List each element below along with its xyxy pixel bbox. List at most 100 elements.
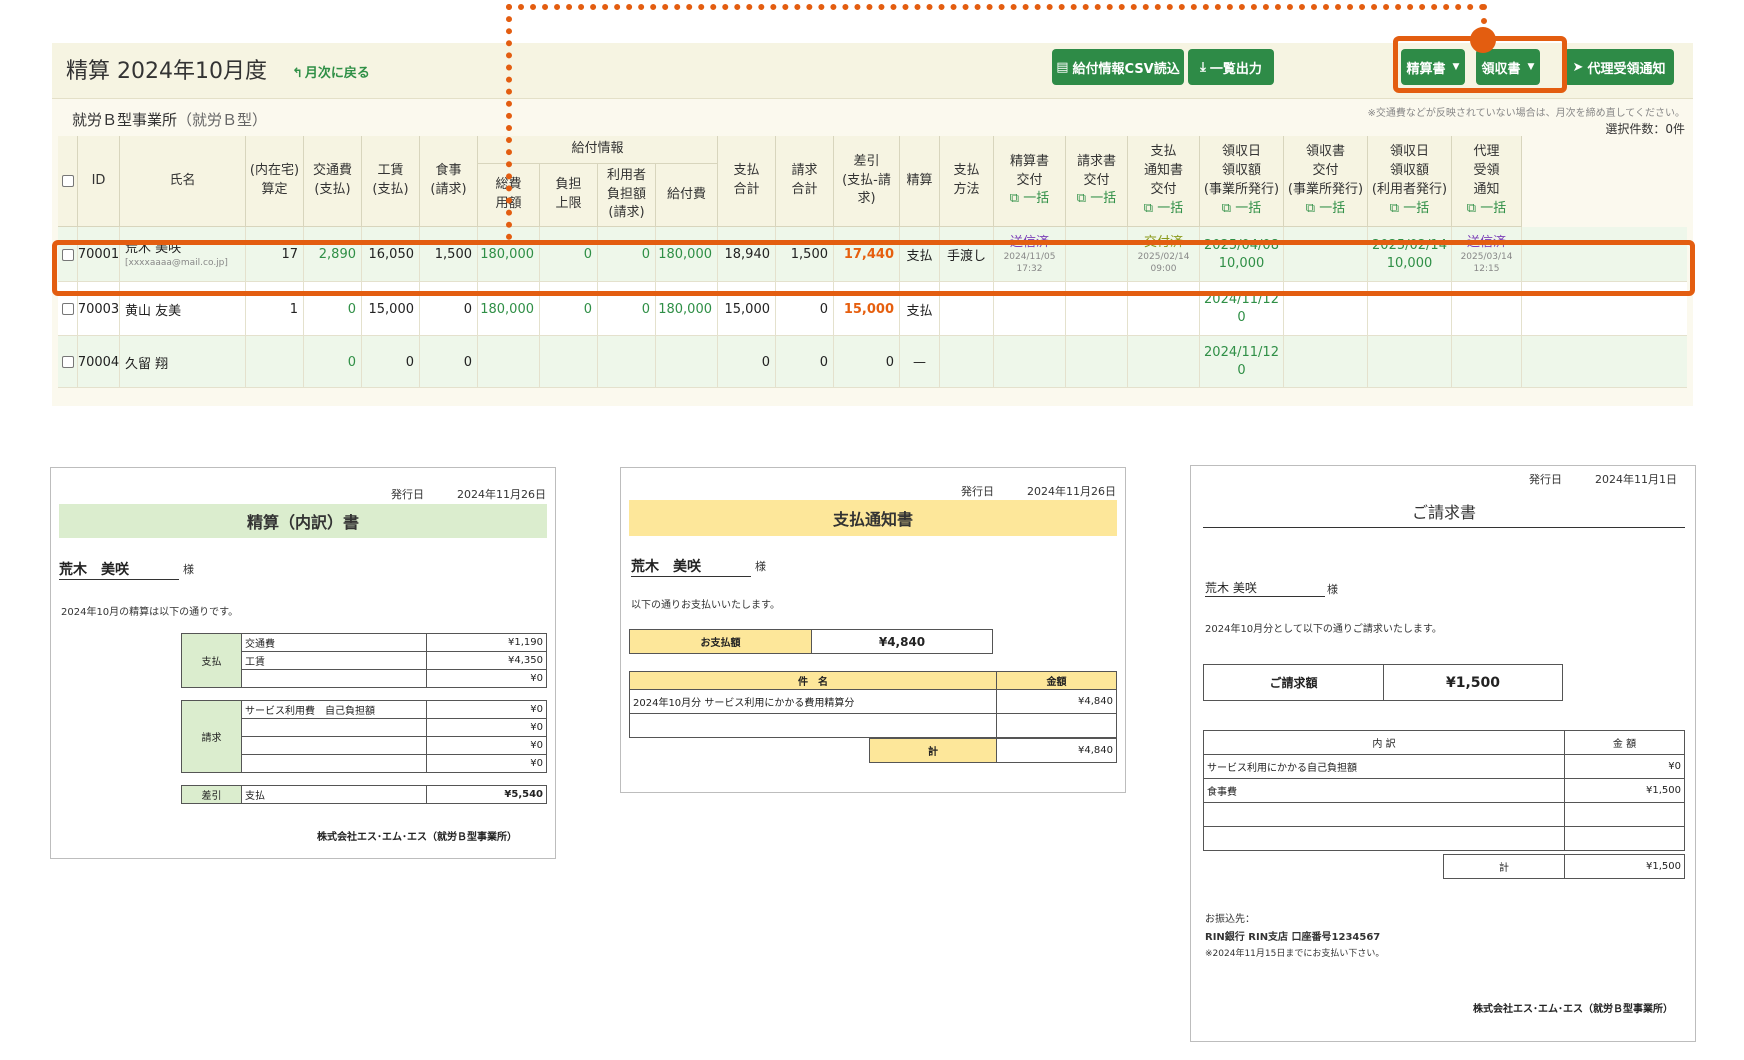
col-pay-total-l1: 支払 <box>733 163 760 179</box>
item-amount <box>996 713 1117 738</box>
row-name: 久留 翔 <box>120 336 246 388</box>
item-amount: ¥0 <box>1564 754 1685 779</box>
col-receipt-date: 領収日領収額 (事業所発行) ⧉ 一括 <box>1200 136 1284 227</box>
col-receipt-date-l2: 領収額 <box>1221 163 1261 179</box>
back-to-monthly-link[interactable]: ↰ 月次に戻る <box>292 62 370 81</box>
col-burden-limit-l2: 上限 <box>555 196 582 211</box>
col-bill-doc-l2: 交付 <box>1083 172 1110 188</box>
amount-label: ご請求額 <box>1203 664 1384 701</box>
bulk-label: 一括 <box>1403 200 1430 216</box>
receipt-amount: 0 <box>1237 363 1246 378</box>
col-meal-l2: (請求) <box>430 182 467 197</box>
invoice-doc: 発行日 2024年11月1日 ご請求書 荒木 美咲 様 2024年10月分として… <box>1190 465 1696 1042</box>
row-highlight-frame <box>52 240 1695 296</box>
page-title: 精算 2024年10月度 <box>66 59 267 84</box>
pay-table: 支払 交通費 ¥1,190 工賃 ¥4,350 ¥0 <box>181 633 547 688</box>
bill-item <box>241 718 427 737</box>
row-proxy[interactable] <box>1452 336 1522 388</box>
bill-item <box>241 754 427 773</box>
pay-item: 交通費 <box>241 633 427 652</box>
col-item: 内 訳 <box>1203 730 1565 755</box>
download-icon: ⤓ <box>1200 59 1206 75</box>
row-wage: 0 <box>362 336 420 388</box>
bulk-pay-notice-link[interactable]: ⧉ 一括 <box>1144 200 1183 219</box>
payment-notice-doc: 発行日 2024年11月26日 支払通知書 荒木 美咲 様 以下の通りお支払いい… <box>620 467 1126 793</box>
bill-item <box>241 736 427 755</box>
bill-label: 請求 <box>181 700 242 773</box>
bulk-bill-doc-link[interactable]: ⧉ 一括 <box>1077 190 1116 209</box>
settlement-panel: 精算 2024年10月度 ↰ 月次に戻る ▤ 給付情報CSV読込 ⤓ 一覧出力 精算書… <box>52 43 1693 406</box>
office-name: 就労Ｂ型事業所（就労Ｂ型） <box>72 109 267 130</box>
col-amount: 金 額 <box>1564 730 1685 755</box>
return-arrow-icon: ↰ <box>292 66 303 81</box>
col-id: ID <box>78 136 120 227</box>
row-checkbox-box[interactable] <box>61 303 74 315</box>
settlement-breakdown-doc: 発行日 2024年11月26日 精算（内訳）書 荒木 美咲 様 2024年10月… <box>50 467 556 859</box>
col-transport-l1: 交通費 <box>312 163 352 179</box>
select-all-checkbox-cell[interactable] <box>58 136 78 227</box>
bulk-receipt-issue-link[interactable]: ⧉ 一括 <box>1306 200 1345 219</box>
row-pay-method <box>940 336 994 388</box>
item-name <box>1203 826 1565 851</box>
issue-date: 発行日 2024年11月26日 <box>961 483 1116 499</box>
total-table: 計 ¥1,500 <box>1443 854 1685 879</box>
bill-amount: ¥0 <box>426 700 547 719</box>
list-export-button[interactable]: ⤓ 一覧出力 <box>1188 49 1274 85</box>
col-pay-notice-l1: 支払 <box>1150 144 1177 160</box>
bulk-receipt-user-link[interactable]: ⧉ 一括 <box>1390 200 1429 219</box>
row-checkbox-box[interactable] <box>61 356 74 368</box>
row-transport[interactable]: 0 <box>304 336 362 388</box>
col-receipt-issue-l1: 領収書 <box>1305 144 1345 160</box>
col-proxy-l2: 受領 <box>1473 163 1500 179</box>
bulk-settle-doc-link[interactable]: ⧉ 一括 <box>1010 190 1049 209</box>
bill-amount: ¥0 <box>426 736 547 755</box>
item-table: 内 訳金 額 サービス利用にかかる自己負担額 ¥0 食事費 ¥1,500 <box>1203 730 1685 851</box>
issue-label: 発行日 <box>961 485 994 498</box>
item-name: 食事費 <box>1203 778 1565 803</box>
row-checkbox[interactable] <box>58 336 78 388</box>
col-wage-l1: 工賃 <box>377 163 404 179</box>
col-receipt-user-l3: (利用者発行) <box>1371 182 1448 197</box>
col-pay-total: 支払 合計 <box>718 136 776 227</box>
col-pay-notice: 支払 通知書 交付 ⧉ 一括 <box>1128 136 1200 227</box>
col-diff: 差引 (支払-請 求) <box>834 136 900 227</box>
col-bill-total-l1: 請求 <box>791 163 818 179</box>
bulk-receipt-date-link[interactable]: ⧉ 一括 <box>1222 200 1261 219</box>
col-transport: 交通費 (支払) <box>304 136 362 227</box>
col-name: 氏名 <box>120 136 246 227</box>
amount-value: ¥4,840 <box>811 629 993 654</box>
row-user-burden <box>598 336 656 388</box>
col-receipt-user-l1: 領収日 <box>1389 144 1429 160</box>
item-table: 件 名金額 2024年10月分 サービス利用にかかる費用精算分 ¥4,840 <box>629 671 1117 738</box>
row-pay-total: 0 <box>718 336 776 388</box>
col-transport-l2: (支払) <box>314 182 351 197</box>
office-bar: 就労Ｂ型事業所（就労Ｂ型） ※交通費などが反映されていない場合は、月次を締め直し… <box>52 98 1693 136</box>
bulk-proxy-link[interactable]: ⧉ 一括 <box>1467 200 1506 219</box>
csv-import-label: 給付情報CSV読込 <box>1072 61 1180 77</box>
amount-label: お支払額 <box>629 629 812 654</box>
diff-label: 差引 <box>181 785 242 804</box>
csv-import-button[interactable]: ▤ 給付情報CSV読込 <box>1052 49 1184 85</box>
row-settle: — <box>900 336 940 388</box>
select-all-checkbox[interactable] <box>61 175 74 187</box>
row-receipt-issue[interactable] <box>1284 336 1368 388</box>
row-receipt-date[interactable]: 2024/11/12 0 <box>1200 336 1284 388</box>
item-name: 2024年10月分 サービス利用にかかる費用精算分 <box>629 689 997 714</box>
row-settle-doc[interactable] <box>994 336 1066 388</box>
total-value: ¥4,840 <box>996 738 1117 763</box>
row-bill-doc[interactable] <box>1066 336 1128 388</box>
row-home <box>246 336 304 388</box>
row-pay-notice[interactable] <box>1128 336 1200 388</box>
col-proxy-l1: 代理 <box>1473 144 1500 160</box>
bulk-label: 一括 <box>1157 200 1184 216</box>
proxy-notice-button[interactable]: ➤ 代理受領通知 <box>1564 49 1674 85</box>
office-type: （就労Ｂ型） <box>177 111 268 129</box>
pay-item: 工賃 <box>241 651 427 670</box>
issue-date: 発行日 2024年11月1日 <box>1529 471 1677 487</box>
amount-value: ¥1,500 <box>1383 664 1563 701</box>
row-receipt-user[interactable] <box>1368 336 1452 388</box>
col-meal: 食事 (請求) <box>420 136 478 227</box>
col-receipt-date-l3: (事業所発行) <box>1203 182 1280 197</box>
bulk-label: 一括 <box>1090 191 1117 207</box>
col-receipt-date-l1: 領収日 <box>1221 144 1261 160</box>
